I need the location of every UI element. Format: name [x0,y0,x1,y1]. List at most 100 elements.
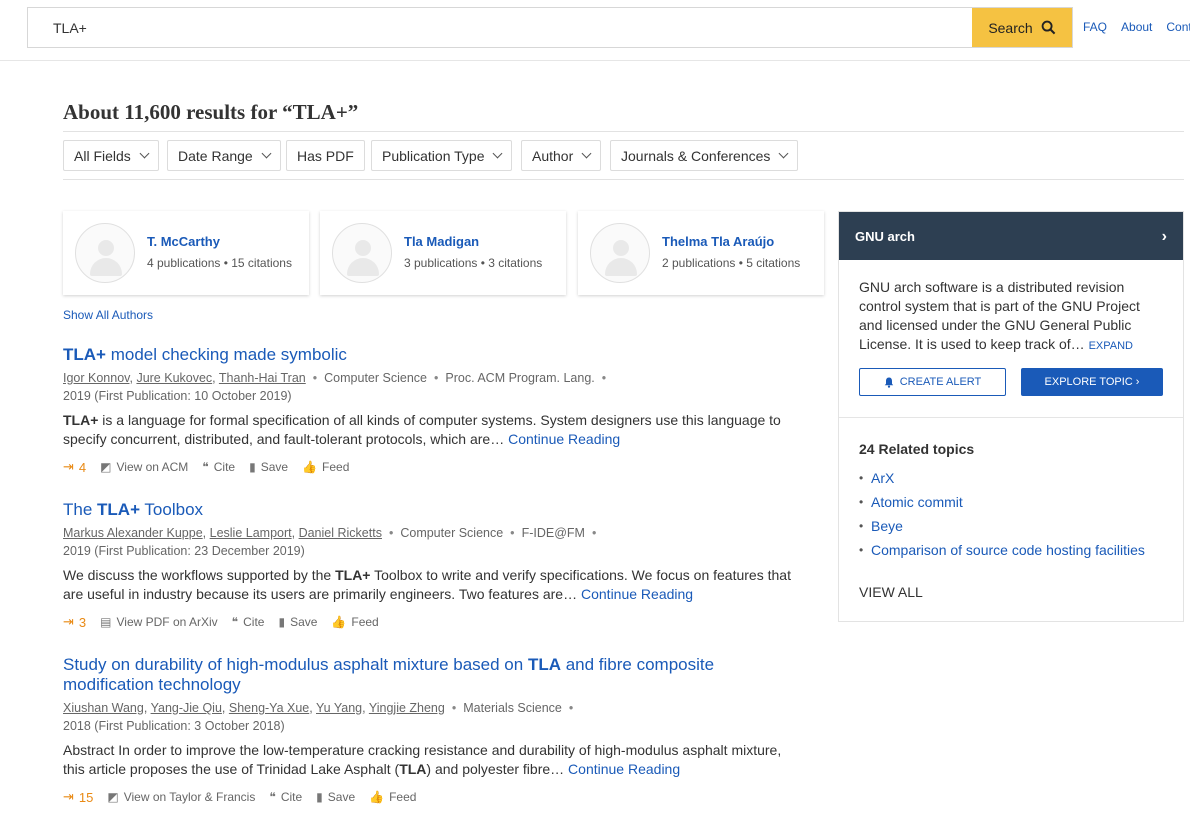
result-actions: ⇥ 15 ◩ View on Taylor & Francis ❝ Cite ▮ Sav… [63,788,803,806]
related-topic-item[interactable]: • ArX [859,469,1159,488]
author-name[interactable]: Tla Madigan [404,234,542,249]
cite-button[interactable]: ❝ Cite [269,790,302,804]
save-button[interactable]: ▮ Save [249,460,288,474]
citation-icon: ⇥ [63,614,74,629]
expand-link[interactable]: EXPAND [1089,340,1133,352]
filter-journals-conferences[interactable]: Journals & Conferences [610,140,799,171]
topic-title: GNU arch [855,228,915,244]
save-button[interactable]: ▮ Save [316,790,355,804]
save-button[interactable]: ▮ Save [278,615,317,629]
continue-reading-link[interactable]: Continue Reading [508,431,620,447]
view-label: View on Taylor & Francis [123,790,256,804]
publication-date: 2019 (First Publication: 10 October 2019… [63,389,292,403]
nav-faq-link[interactable]: FAQ [1083,20,1107,34]
filter-label: Date Range [178,147,253,164]
save-label: Save [290,615,318,629]
filter-author[interactable]: Author [521,140,602,171]
result-abstract: Abstract In order to improve the low-tem… [63,741,803,779]
cite-label: Cite [280,790,303,804]
filter-all-fields[interactable]: All Fields [63,140,159,171]
view-source-button[interactable]: ◩ View on ACM [100,460,188,474]
search-button-label: Search [988,19,1033,36]
filter-label: Journals & Conferences [621,147,771,164]
author-link[interactable]: Daniel Ricketts [299,526,382,540]
view-source-button[interactable]: ◩ View on Taylor & Francis [107,790,255,804]
feed-button[interactable]: 👍 Feed [302,460,349,474]
search-button[interactable]: Search [972,8,1072,47]
filter-publication-type[interactable]: Publication Type [371,140,513,171]
save-label: Save [327,790,356,804]
explore-topic-button[interactable]: EXPLORE TOPIC › [1021,368,1163,396]
title-text: Toolbox [140,500,204,519]
citation-count-button[interactable]: ⇥ 4 [63,459,86,475]
citation-count-button[interactable]: ⇥ 15 [63,789,93,805]
divider [839,417,1183,418]
author-link[interactable]: Thanh-Hai Tran [219,371,306,385]
search-result: Study on durability of high-modulus asph… [63,655,803,806]
author-card[interactable]: Thelma Tla Araújo 2 publications • 5 cit… [578,211,824,295]
title-text: Study on durability of high-modulus asph… [63,655,528,674]
result-title-link[interactable]: TLA+ model checking made symbolic [63,345,803,365]
author-card[interactable]: T. McCarthy 4 publications • 15 citation… [63,211,309,295]
title-highlight: TLA+ [63,345,106,364]
topic-panel-header[interactable]: GNU arch › [839,212,1183,260]
thumbs-up-icon: 👍 [331,615,347,629]
continue-reading-link[interactable]: Continue Reading [581,586,693,602]
bookmark-icon: ▮ [249,460,256,474]
cite-button[interactable]: ❝ Cite [202,460,235,474]
result-abstract: We discuss the workflows supported by th… [63,566,803,604]
related-topic-item[interactable]: • Beye [859,517,1159,536]
view-all-topics-link[interactable]: VIEW ALL [859,584,923,600]
create-alert-button[interactable]: CREATE ALERT [859,368,1006,396]
result-actions: ⇥ 4 ◩ View on ACM ❝ Cite ▮ Save 👍 Feed [63,458,803,476]
related-topic-link[interactable]: Beye [871,517,903,536]
filter-has-pdf[interactable]: Has PDF [286,140,365,171]
feed-button[interactable]: 👍 Feed [331,615,378,629]
save-label: Save [260,460,289,474]
result-title-link[interactable]: Study on durability of high-modulus asph… [63,655,803,695]
show-all-authors-link[interactable]: Show All Authors [63,308,153,322]
cite-label: Cite [213,460,236,474]
author-link[interactable]: Sheng-Ya Xue [229,701,309,715]
author-link[interactable]: Igor Konnov [63,371,129,385]
author-link[interactable]: Markus Alexander Kuppe [63,526,203,540]
author-link[interactable]: Yu Yang [316,701,362,715]
author-link[interactable]: Yingjie Zheng [369,701,445,715]
related-topic-item[interactable]: • Comparison of source code hosting facil… [859,541,1159,560]
bookmark-icon: ▮ [278,615,286,629]
filter-date-range[interactable]: Date Range [167,140,281,171]
view-source-button[interactable]: ▤ View PDF on ArXiv [100,615,218,629]
citation-count: 3 [78,614,87,630]
citation-icon: ⇥ [63,459,74,474]
chevron-right-icon: › [1161,228,1167,245]
continue-reading-link[interactable]: Continue Reading [568,761,680,777]
author-stats: 3 publications • 3 citations [404,256,543,270]
feed-button[interactable]: 👍 Feed [369,790,416,804]
author-link[interactable]: Jure Kukovec [136,371,212,385]
nav-contact-link[interactable]: Cont [1166,20,1190,34]
related-topic-link[interactable]: Atomic commit [871,493,963,512]
citation-count-button[interactable]: ⇥ 3 [63,614,86,630]
related-topic-item[interactable]: • Atomic commit [859,493,1159,512]
result-meta: Markus Alexander Kuppe, Leslie Lamport, … [63,526,597,558]
author-link[interactable]: Xiushan Wang [63,701,144,715]
author-link[interactable]: Leslie Lamport [210,526,292,540]
chevron-down-icon [778,148,789,159]
author-link[interactable]: Yang-Jie Qiu [151,701,222,715]
result-title-link[interactable]: The TLA+ Toolbox [63,500,803,520]
author-name[interactable]: T. McCarthy [147,234,292,249]
related-topics-list: • ArX • Atomic commit • Beye • Comparison of… [859,469,1159,565]
venue: F-IDE@FM [521,526,585,540]
related-topic-link[interactable]: Comparison of source code hosting facili… [871,541,1145,560]
bookmark-icon: ▮ [316,790,323,804]
cite-button[interactable]: ❝ Cite [232,615,265,629]
results-count-heading: About 11,600 results for “TLA+” [63,100,359,124]
nav-about-link[interactable]: About [1121,20,1152,34]
abstract-highlight: TLA+ [335,567,371,583]
related-topic-link[interactable]: ArX [871,469,894,488]
filter-bar: All Fields Date Range Has PDF Publicatio… [63,131,1184,180]
author-card[interactable]: Tla Madigan 3 publications • 3 citations [320,211,566,295]
citation-icon: ⇥ [63,789,74,804]
search-input[interactable] [28,8,972,47]
author-name[interactable]: Thelma Tla Araújo [662,234,800,249]
